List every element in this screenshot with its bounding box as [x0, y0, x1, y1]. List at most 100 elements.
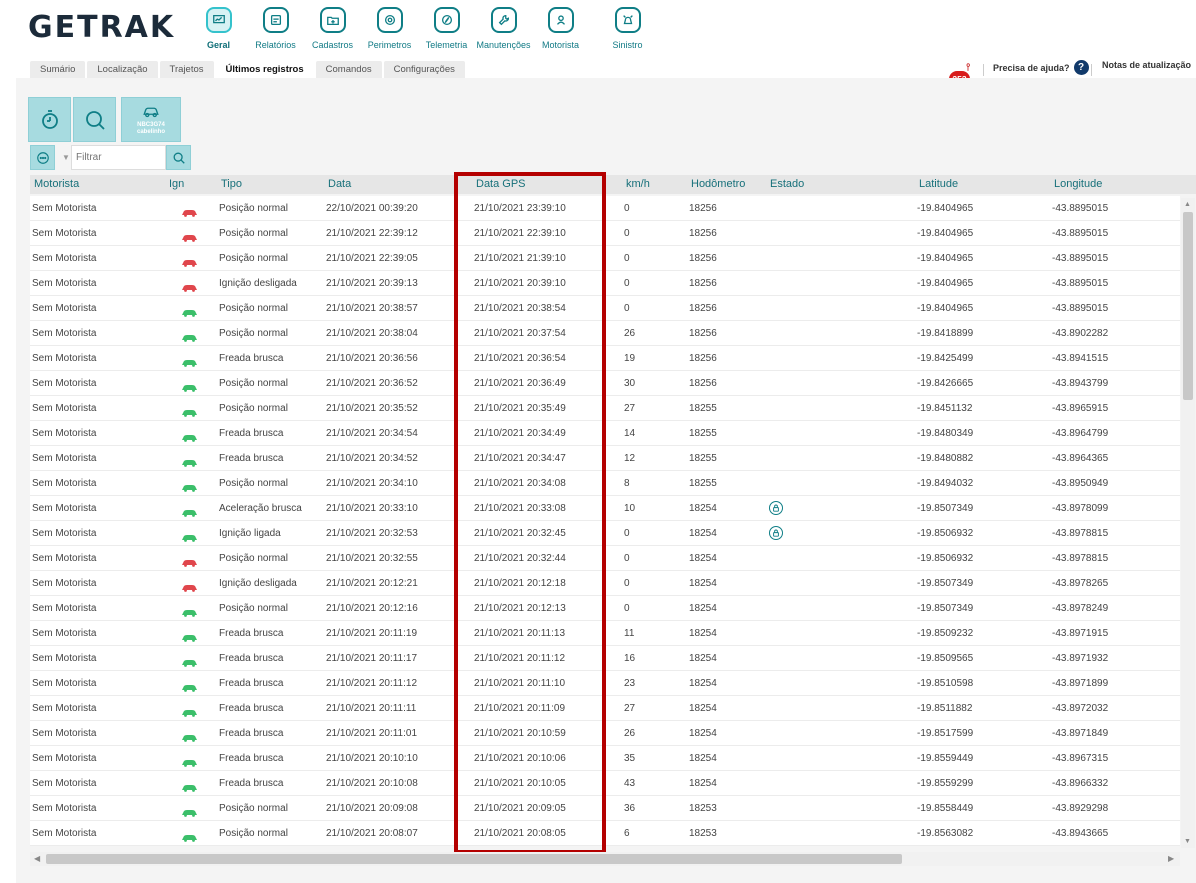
- perimeter-icon: [376, 7, 403, 33]
- nav-geral[interactable]: Geral: [190, 4, 247, 50]
- cell-tipo: Posição normal: [219, 303, 288, 314]
- cell-longitude: -43.8978249: [1052, 603, 1109, 614]
- cell-longitude: -43.8895015: [1052, 278, 1109, 289]
- horizontal-scrollbar[interactable]: ◀ ▶: [30, 852, 1180, 866]
- table-row[interactable]: Sem Motorista Ignição desligada 21/10/2021…: [30, 571, 1180, 596]
- table-row[interactable]: Sem Motorista Freada brusca 21/10/2021 20:…: [30, 671, 1180, 696]
- filter-input[interactable]: [71, 145, 166, 170]
- col-hodometro[interactable]: Hodômetro: [691, 175, 745, 194]
- car-icon: [143, 107, 159, 118]
- col-tipo[interactable]: Tipo: [221, 175, 242, 194]
- table-row[interactable]: Sem Motorista Posição normal 21/10/2021 20…: [30, 321, 1180, 346]
- table-row[interactable]: Sem Motorista Freada brusca 21/10/2021 20:…: [30, 696, 1180, 721]
- vehicle-selector-button[interactable]: NBC3G74 cabelinho: [121, 97, 181, 142]
- chevron-down-icon[interactable]: ▼: [61, 153, 71, 162]
- cell-motorista: Sem Motorista: [32, 453, 97, 464]
- table-row[interactable]: Sem Motorista Ignição desligada 21/10/2021…: [30, 271, 1180, 296]
- table-row[interactable]: Sem Motorista Posição normal 21/10/2021 22…: [30, 246, 1180, 271]
- vehicle-label: NBC3G74 cabelinho: [137, 122, 165, 136]
- tab-2[interactable]: Trajetos: [159, 61, 214, 78]
- col-ign[interactable]: Ign: [169, 175, 184, 194]
- horizontal-scroll-thumb[interactable]: [46, 854, 902, 864]
- timer-button[interactable]: [28, 97, 71, 142]
- col-data[interactable]: Data: [328, 175, 351, 194]
- tab-1[interactable]: Localização: [87, 61, 158, 78]
- cell-motorista: Sem Motorista: [32, 428, 97, 439]
- release-notes-link[interactable]: Notas de atualização: [1102, 60, 1191, 70]
- tab-4[interactable]: Comandos: [315, 61, 382, 78]
- col-estado[interactable]: Estado: [770, 175, 804, 194]
- table-row[interactable]: Sem Motorista Freada brusca 21/10/2021 20:…: [30, 421, 1180, 446]
- cell-longitude: -43.8967315: [1052, 753, 1109, 764]
- col-kmh[interactable]: km/h: [626, 175, 650, 194]
- table-row[interactable]: Sem Motorista Posição normal 21/10/2021 20…: [30, 596, 1180, 621]
- cell-hodometro: 18254: [689, 553, 717, 564]
- table-row[interactable]: Sem Motorista Posição normal 22/10/2021 00…: [30, 196, 1180, 221]
- nav-sinistro[interactable]: Sinistro: [599, 4, 656, 50]
- table-row[interactable]: Sem Motorista Posição normal 21/10/2021 20…: [30, 396, 1180, 421]
- table-row[interactable]: Sem Motorista Aceleração brusca 21/10/2021…: [30, 496, 1180, 521]
- table-row[interactable]: Sem Motorista Posição normal 21/10/2021 20…: [30, 796, 1180, 821]
- table-row[interactable]: Sem Motorista Freada brusca 21/10/2021 20:…: [30, 721, 1180, 746]
- table-row[interactable]: Sem Motorista Freada brusca 21/10/2021 20:…: [30, 746, 1180, 771]
- cell-hodometro: 18256: [689, 303, 717, 314]
- table-row[interactable]: Sem Motorista Posição normal 21/10/2021 20…: [30, 546, 1180, 571]
- filter-search-button[interactable]: [166, 145, 191, 170]
- tab-3[interactable]: Últimos registros: [215, 61, 314, 78]
- nav-relatrios[interactable]: Relatórios: [247, 4, 304, 50]
- help-link[interactable]: Precisa de ajuda? ?: [993, 60, 1089, 75]
- search-icon: [85, 110, 105, 130]
- cell-longitude: -43.8895015: [1052, 203, 1109, 214]
- col-motorista[interactable]: Motorista: [34, 175, 79, 194]
- filter-options-button[interactable]: [30, 145, 55, 170]
- nav-cadastros[interactable]: Cadastros: [304, 4, 361, 50]
- tab-0[interactable]: Sumário: [30, 61, 86, 78]
- cell-kmh: 16: [624, 653, 636, 664]
- ignition-on-icon: [181, 704, 198, 717]
- col-latitude[interactable]: Latitude: [919, 175, 958, 194]
- cell-data-gps: 21/10/2021 20:12:13: [474, 603, 566, 614]
- vertical-scrollbar[interactable]: ▲ ▼: [1181, 198, 1195, 848]
- scroll-up-icon[interactable]: ▲: [1184, 201, 1191, 208]
- cell-motorista: Sem Motorista: [32, 703, 97, 714]
- table-row[interactable]: Sem Motorista Freada brusca 21/10/2021 20:…: [30, 621, 1180, 646]
- col-longitude[interactable]: Longitude: [1054, 175, 1102, 194]
- ignition-on-icon: [181, 654, 198, 667]
- cell-data: 21/10/2021 20:11:19: [326, 628, 418, 639]
- scroll-left-icon[interactable]: ◀: [34, 854, 40, 863]
- table-row[interactable]: Sem Motorista Posição normal 21/10/2021 20…: [30, 296, 1180, 321]
- alarm-icon: [614, 7, 641, 33]
- table-row[interactable]: Sem Motorista Ignição ligada 21/10/2021 20…: [30, 521, 1180, 546]
- cell-kmh: 0: [624, 253, 630, 264]
- cell-data: 21/10/2021 20:38:04: [326, 328, 418, 339]
- nav-motorista[interactable]: Motorista: [532, 4, 589, 50]
- table-row[interactable]: Sem Motorista Freada brusca 21/10/2021 20:…: [30, 646, 1180, 671]
- nav-perimetros[interactable]: Perimetros: [361, 4, 418, 50]
- getrak-logo[interactable]: GETRAK: [28, 10, 175, 45]
- table-row[interactable]: Sem Motorista Posição normal 21/10/2021 22…: [30, 221, 1180, 246]
- scroll-right-icon[interactable]: ▶: [1168, 854, 1174, 863]
- table-row[interactable]: Sem Motorista Posição normal 21/10/2021 20…: [30, 471, 1180, 496]
- cell-longitude: -43.8902282: [1052, 328, 1109, 339]
- table-row[interactable]: Sem Motorista Freada brusca 21/10/2021 20:…: [30, 446, 1180, 471]
- cell-hodometro: 18255: [689, 478, 717, 489]
- ignition-off-icon: [181, 279, 198, 292]
- nav-manutenes[interactable]: Manutenções: [475, 4, 532, 50]
- ignition-on-icon: [181, 829, 198, 842]
- cell-kmh: 0: [624, 603, 630, 614]
- cell-longitude: -43.8929298: [1052, 803, 1109, 814]
- scroll-down-icon[interactable]: ▼: [1184, 838, 1191, 845]
- records-table: Sem Motorista Posição normal 22/10/2021 00…: [30, 196, 1180, 846]
- tab-5[interactable]: Configurações: [383, 61, 465, 78]
- ignition-on-icon: [181, 304, 198, 317]
- table-row[interactable]: Sem Motorista Posição normal 21/10/2021 20…: [30, 821, 1180, 846]
- nav-telemetria[interactable]: Telemetria: [418, 4, 475, 50]
- table-row[interactable]: Sem Motorista Freada brusca 21/10/2021 20:…: [30, 346, 1180, 371]
- vertical-scroll-thumb[interactable]: [1183, 212, 1193, 400]
- table-row[interactable]: Sem Motorista Posição normal 21/10/2021 20…: [30, 371, 1180, 396]
- search-vehicle-button[interactable]: [73, 97, 116, 142]
- table-row[interactable]: Sem Motorista Freada brusca 21/10/2021 20:…: [30, 771, 1180, 796]
- col-data-gps[interactable]: Data GPS: [476, 175, 526, 194]
- cell-tipo: Freada brusca: [219, 778, 284, 789]
- ignition-on-icon: [181, 404, 198, 417]
